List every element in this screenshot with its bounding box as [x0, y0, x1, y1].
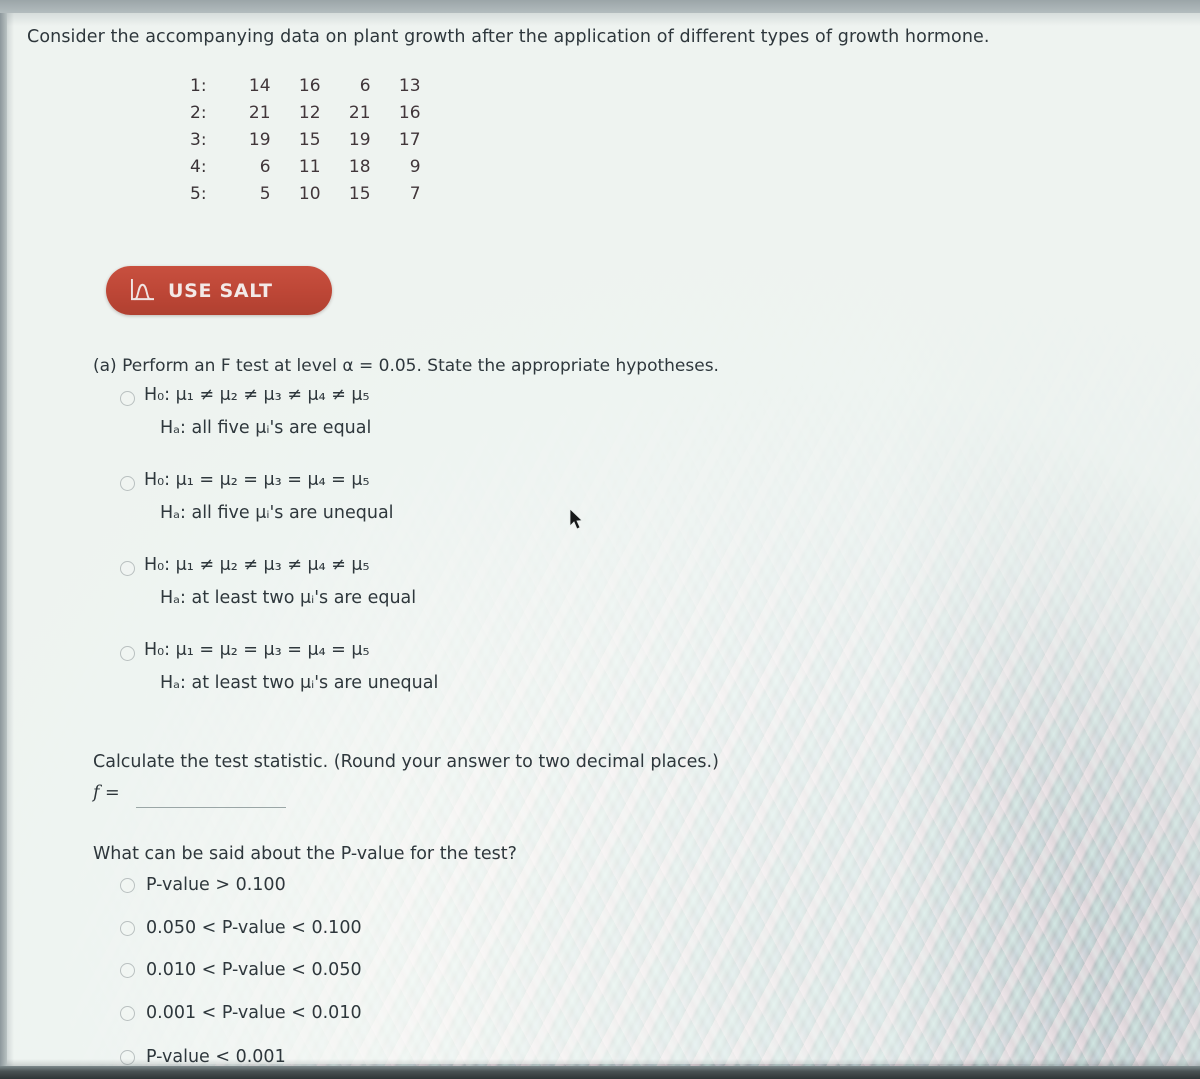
table-cell: 21: [248, 102, 271, 123]
table-cell: 14: [248, 75, 271, 96]
table-cell: 19: [248, 129, 271, 150]
page-title: Consider the accompanying data on plant …: [27, 27, 990, 47]
radio-hypothesis-3[interactable]: [120, 561, 135, 576]
screen-top-edge: [0, 0, 1200, 13]
hypothesis-1-null: H₀: μ₁ ≠ μ₂ ≠ μ₃ ≠ μ₄ ≠ μ₅: [144, 385, 370, 405]
table-cell: 15: [348, 183, 371, 204]
hypothesis-2-alt: Hₐ: all five μᵢ's are unequal: [160, 503, 394, 523]
table-cell: 10: [298, 183, 321, 204]
table-cell: 17: [398, 129, 421, 150]
data-table: 1: 14 16 6 13 2: 21 12 21 16 3: 19 15 19 17 4: 6 11 18 9 5: 5…: [190, 72, 421, 207]
screen-left-edge: [0, 13, 7, 1066]
radio-pvalue-3[interactable]: [120, 963, 135, 978]
screen-bottom-bezel: [0, 1066, 1200, 1079]
pvalue-option-3: 0.010 < P-value < 0.050: [146, 960, 362, 980]
use-salt-button[interactable]: USE SALT: [106, 266, 332, 315]
table-cell: 5: [259, 183, 271, 204]
table-cell: 16: [298, 75, 321, 96]
radio-pvalue-1[interactable]: [120, 878, 135, 893]
pvalue-option-1: P-value > 0.100: [146, 875, 286, 895]
table-row: 2: 21 12 21 16: [190, 99, 421, 126]
test-statistic-input[interactable]: [136, 783, 286, 808]
table-row: 4: 6 11 18 9: [190, 153, 421, 180]
radio-hypothesis-2[interactable]: [120, 476, 135, 491]
table-cell: 16: [398, 102, 421, 123]
table-row: 3: 19 15 19 17: [190, 126, 421, 153]
hypothesis-1-alt: Hₐ: all five μᵢ's are equal: [160, 418, 372, 438]
table-cell: 15: [298, 129, 321, 150]
table-cell: 18: [348, 156, 371, 177]
hypothesis-3-alt: Hₐ: at least two μᵢ's are equal: [160, 588, 417, 608]
table-cell: 6: [359, 75, 371, 96]
table-cell: 19: [348, 129, 371, 150]
table-cell: 21: [348, 102, 371, 123]
radio-hypothesis-1[interactable]: [120, 391, 135, 406]
use-salt-label: USE SALT: [168, 279, 273, 302]
hypothesis-3-null: H₀: μ₁ ≠ μ₂ ≠ μ₃ ≠ μ₄ ≠ μ₅: [144, 555, 370, 575]
pvalue-option-4: 0.001 < P-value < 0.010: [146, 1003, 362, 1023]
test-statistic-prompt: Calculate the test statistic. (Round you…: [93, 752, 719, 772]
row-label: 3:: [190, 129, 207, 150]
table-row: 5: 5 10 15 7: [190, 180, 421, 207]
row-label: 4:: [190, 156, 207, 177]
question-content: Consider the accompanying data on plant …: [0, 0, 1200, 1079]
hypothesis-4-null: H₀: μ₁ = μ₂ = μ₃ = μ₄ = μ₅: [144, 640, 370, 660]
hypothesis-2-null: H₀: μ₁ = μ₂ = μ₃ = μ₄ = μ₅: [144, 470, 370, 490]
hypothesis-4-alt: Hₐ: at least two μᵢ's are unequal: [160, 673, 439, 693]
table-cell: 13: [398, 75, 421, 96]
table-cell: 12: [298, 102, 321, 123]
row-label: 5:: [190, 183, 207, 204]
table-row: 1: 14 16 6 13: [190, 72, 421, 99]
photographed-screen: Consider the accompanying data on plant …: [0, 0, 1200, 1079]
table-cell: 7: [409, 183, 421, 204]
radio-hypothesis-4[interactable]: [120, 646, 135, 661]
table-cell: 9: [409, 156, 421, 177]
part-a-prompt: (a) Perform an F test at level α = 0.05.…: [93, 356, 719, 376]
row-label: 2:: [190, 102, 207, 123]
row-label: 1:: [190, 75, 207, 96]
radio-pvalue-2[interactable]: [120, 921, 135, 936]
pvalue-option-5: P-value < 0.001: [146, 1047, 286, 1067]
table-cell: 6: [259, 156, 271, 177]
radio-pvalue-5[interactable]: [120, 1050, 135, 1065]
p-value-prompt: What can be said about the P-value for t…: [93, 844, 517, 864]
pvalue-option-2: 0.050 < P-value < 0.100: [146, 918, 362, 938]
f-equals-label: f =: [93, 783, 120, 803]
bell-curve-icon: [131, 279, 154, 301]
radio-pvalue-4[interactable]: [120, 1006, 135, 1021]
table-cell: 11: [298, 156, 321, 177]
